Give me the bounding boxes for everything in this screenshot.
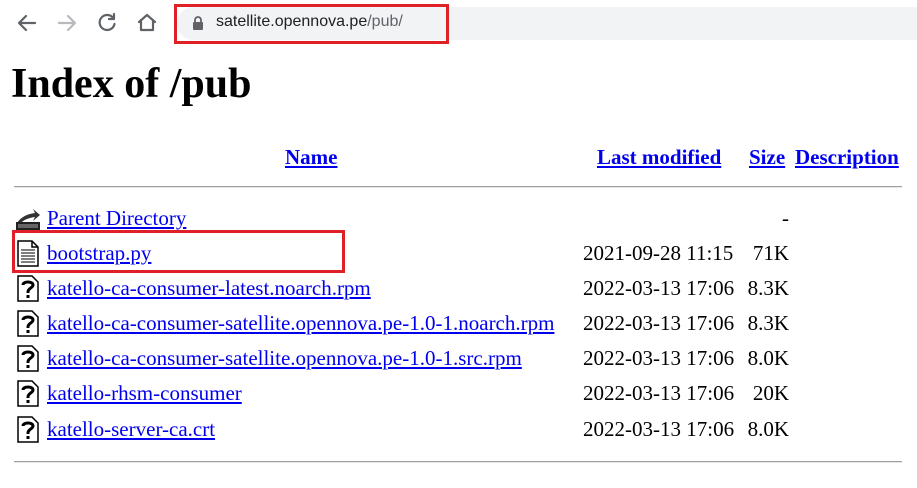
- home-icon[interactable]: [133, 9, 161, 37]
- reload-icon[interactable]: [93, 9, 121, 37]
- file-modified: 2022-03-13 17:06: [583, 381, 735, 405]
- url-host: satellite.opennova.pe: [216, 13, 368, 30]
- unknown-file-icon: [14, 275, 42, 302]
- divider: [14, 461, 902, 463]
- column-header-size[interactable]: Size: [749, 145, 785, 169]
- table-row: bootstrap.py 2021-09-28 11:15 71K: [0, 236, 917, 271]
- table-row: katello-ca-consumer-satellite.opennova.p…: [0, 306, 917, 341]
- parent-directory-link[interactable]: Parent Directory: [47, 206, 186, 230]
- file-modified: 2021-09-28 11:15: [583, 241, 734, 265]
- file-size: 8.0K: [747, 417, 789, 441]
- file-size: 8.3K: [747, 276, 789, 300]
- file-modified: 2022-03-13 17:06: [583, 311, 735, 335]
- back-folder-icon: [14, 205, 42, 232]
- table-row: katello-ca-consumer-latest.noarch.rpm 20…: [0, 271, 917, 306]
- back-arrow-icon[interactable]: [13, 9, 41, 37]
- unknown-file-icon: [14, 380, 42, 407]
- column-header-name[interactable]: Name: [285, 145, 337, 169]
- table-row: katello-server-ca.crt 2022-03-13 17:06 8…: [0, 412, 917, 447]
- file-size: 8.3K: [747, 311, 789, 335]
- address-bar[interactable]: satellite.opennova.pe/pub/: [177, 7, 917, 40]
- file-size: 71K: [752, 241, 789, 265]
- column-header-last-modified[interactable]: Last modified: [597, 145, 721, 169]
- url-text: satellite.opennova.pe/pub/: [216, 13, 403, 31]
- unknown-file-icon: [14, 310, 42, 337]
- forward-arrow-icon[interactable]: [53, 9, 81, 37]
- file-modified: 2022-03-13 17:06: [583, 417, 735, 441]
- text-file-icon: [14, 240, 42, 267]
- file-size: 8.0K: [747, 346, 789, 370]
- file-link[interactable]: katello-ca-consumer-satellite.opennova.p…: [47, 311, 554, 335]
- unknown-file-icon: [14, 345, 42, 372]
- file-link[interactable]: katello-server-ca.crt: [47, 417, 215, 441]
- divider: [14, 186, 902, 188]
- table-row: katello-rhsm-consumer 2022-03-13 17:06 2…: [0, 376, 917, 411]
- file-modified: 2022-03-13 17:06: [583, 346, 735, 370]
- column-header-description[interactable]: Description: [795, 145, 899, 169]
- table-row: Parent Directory -: [0, 201, 917, 236]
- file-modified: 2022-03-13 17:06: [583, 276, 735, 300]
- file-size: -: [782, 206, 789, 230]
- file-size: 20K: [752, 381, 789, 405]
- file-link[interactable]: katello-ca-consumer-satellite.opennova.p…: [47, 346, 522, 370]
- url-path: /pub/: [367, 13, 403, 30]
- table-row: katello-ca-consumer-satellite.opennova.p…: [0, 341, 917, 376]
- lock-icon: [192, 16, 204, 36]
- file-link[interactable]: bootstrap.py: [47, 241, 151, 265]
- browser-toolbar: satellite.opennova.pe/pub/: [0, 0, 917, 46]
- unknown-file-icon: [14, 416, 42, 443]
- page-title: Index of /pub: [11, 61, 252, 107]
- file-link[interactable]: katello-ca-consumer-latest.noarch.rpm: [47, 276, 371, 300]
- file-link[interactable]: katello-rhsm-consumer: [47, 381, 242, 405]
